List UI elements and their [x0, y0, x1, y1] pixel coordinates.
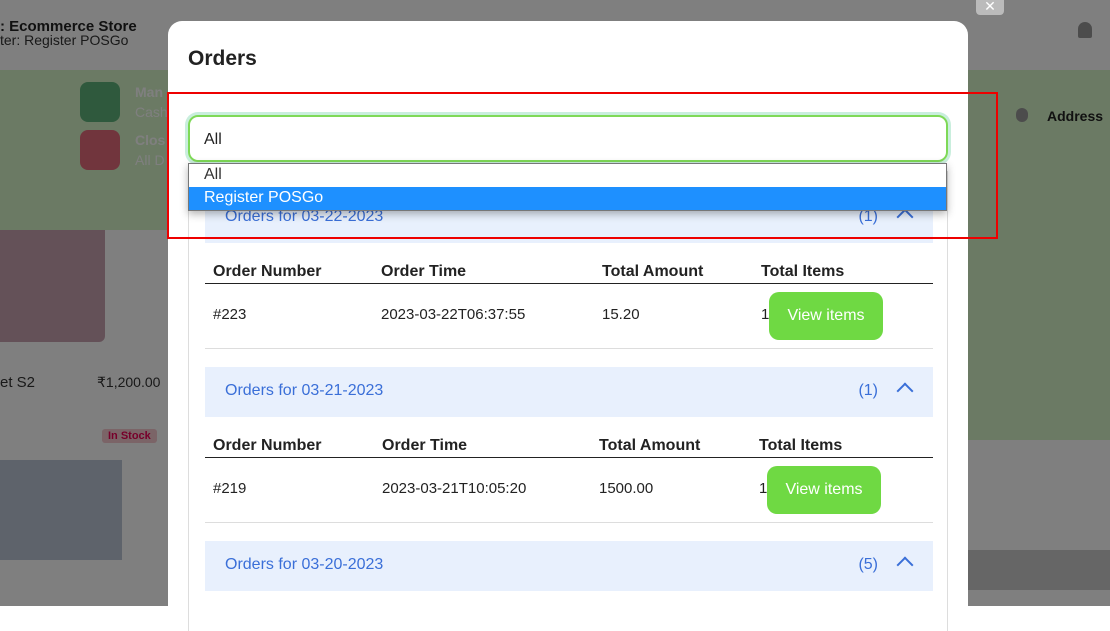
- table-row: #223 2023-03-22T06:37:55 15.20 1 View it…: [205, 284, 933, 349]
- order-number: #223: [213, 306, 247, 323]
- chevron-up-icon[interactable]: [896, 382, 914, 400]
- section-header[interactable]: Orders for 03-20-2023 (5): [205, 541, 933, 591]
- chevron-up-icon[interactable]: [896, 556, 914, 574]
- order-time: 2023-03-21T10:05:20: [382, 480, 527, 497]
- section-title: Orders for 03-21-2023: [225, 382, 384, 399]
- col-total-amount: Total Amount: [599, 437, 701, 454]
- table-header: Order Number Order Time Total Amount Tot…: [205, 424, 933, 458]
- close-icon[interactable]: ✕: [976, 0, 1004, 15]
- order-time: 2023-03-22T06:37:55: [381, 306, 526, 323]
- col-total-amount: Total Amount: [602, 263, 704, 280]
- section-header[interactable]: Orders for 03-21-2023 (1): [205, 367, 933, 417]
- col-order-time: Order Time: [381, 263, 467, 280]
- col-order-time: Order Time: [382, 437, 468, 454]
- section-title: Orders for 03-20-2023: [225, 556, 384, 573]
- table-header: Order Number Order Time Total Amount Tot…: [205, 250, 933, 284]
- view-items-button[interactable]: View items: [769, 292, 883, 340]
- order-amount: 15.20: [602, 306, 640, 323]
- col-total-items: Total Items: [761, 263, 845, 280]
- orders-list: Orders for 03-22-2023 (1) Order Number Or…: [188, 171, 948, 631]
- modal-title: Orders: [188, 47, 257, 70]
- section-count: (5): [858, 556, 878, 573]
- table-row: #219 2023-03-21T10:05:20 1500.00 1 View …: [205, 458, 933, 523]
- order-number: #219: [213, 480, 247, 497]
- col-order-number: Order Number: [213, 437, 322, 454]
- section-count: (1): [858, 382, 878, 399]
- col-total-items: Total Items: [759, 437, 843, 454]
- order-amount: 1500.00: [599, 480, 654, 497]
- view-items-button[interactable]: View items: [767, 466, 881, 514]
- col-order-number: Order Number: [213, 263, 322, 280]
- highlight-annotation: [167, 92, 998, 239]
